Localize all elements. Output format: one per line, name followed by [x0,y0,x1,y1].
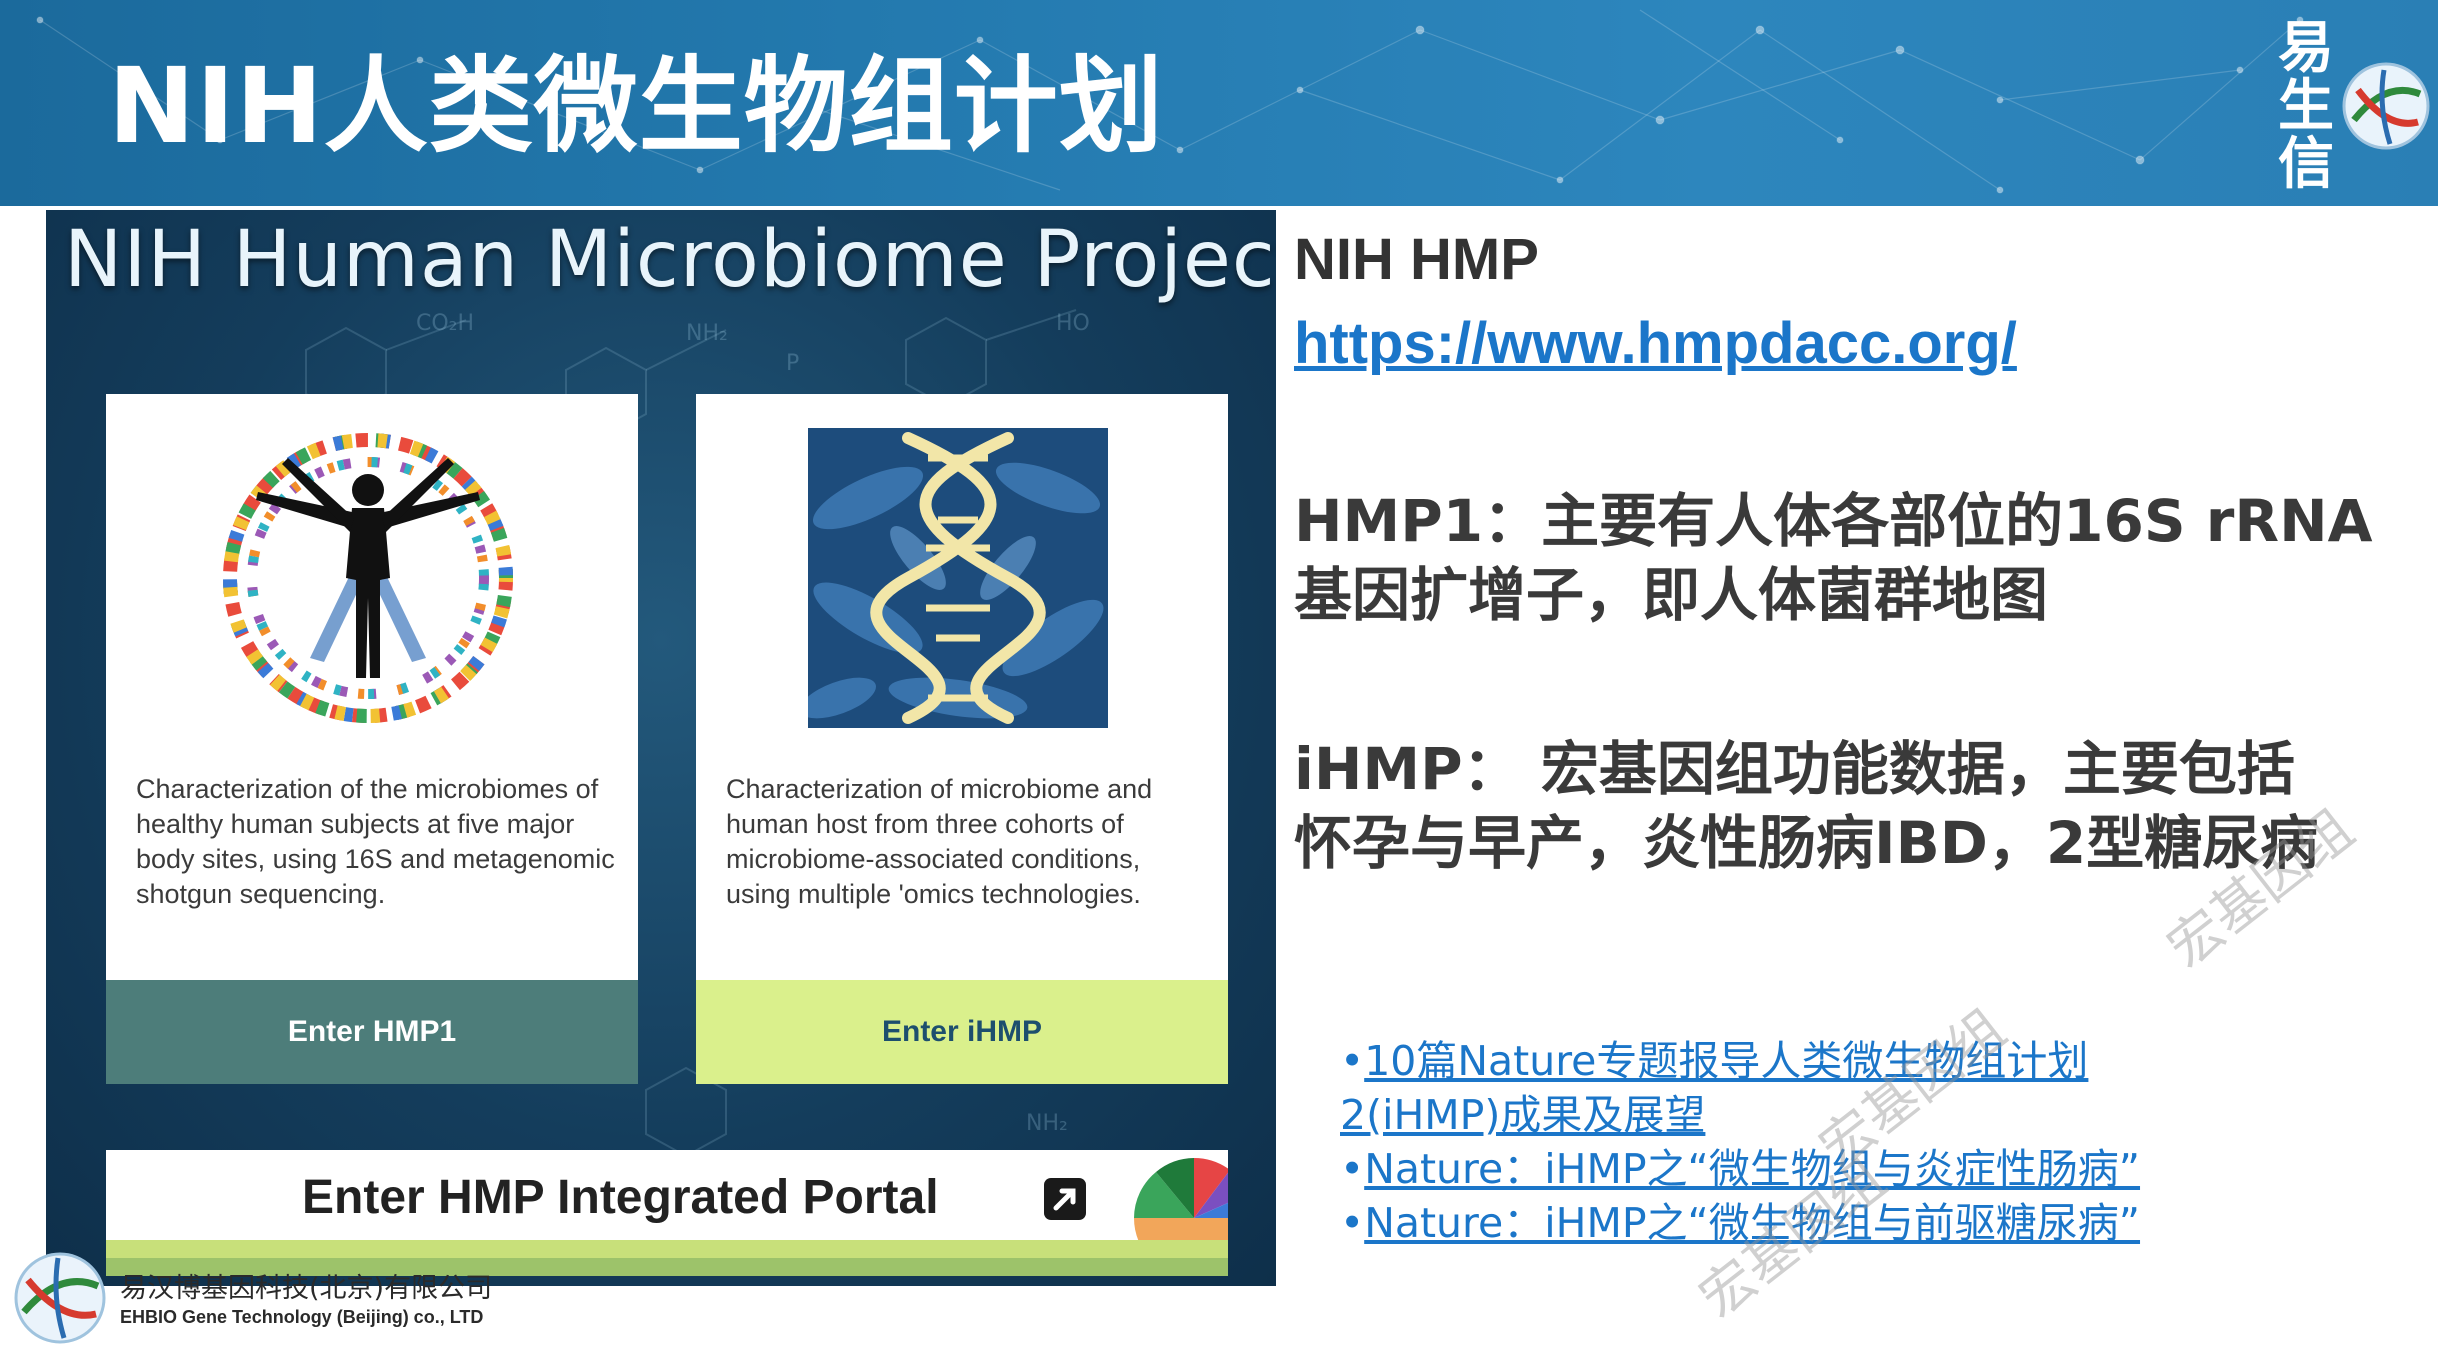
ihmp-summary-line1: iHMP： 宏基因组功能数据，主要包括 [1294,735,2295,803]
external-link-icon[interactable] [1042,1176,1088,1222]
svg-text:CO₂H: CO₂H [416,311,474,336]
title-banner: NIH人类微生物组计划 易生信 [0,0,2438,206]
company-logo: 易汉博基因科技(北京)有限公司 EHBIO Gene Technology (B… [10,1248,493,1358]
bullet-icon: • [1340,1145,1365,1193]
brand-logo-text: 易生信 [2278,16,2334,197]
ibd-article-link[interactable]: Nature：iHMP之“微生物组与炎症性肠病” [1364,1145,2140,1193]
vitruvian-man-icon [222,432,514,724]
nih-hmp-heading: NIH HMP [1294,227,1539,292]
company-globe-icon [14,1252,106,1344]
hmpdacc-url-link[interactable]: https://www.hmpdacc.org/ [1294,310,2017,378]
company-name-cn: 易汉博基因科技(北京)有限公司 [120,1273,493,1304]
dna-bacteria-image [808,428,1108,728]
ihmp-description: Characterization of microbiome and human… [726,774,1153,909]
hmp1-description: Characterization of the microbiomes of h… [136,774,615,909]
hmp1-summary-line2: 基因扩增子，即人体菌群地图 [1294,561,2049,629]
svg-text:HO: HO [1056,311,1090,336]
brand-globe-icon [2342,62,2430,150]
slide-title: NIH人类微生物组计划 [108,45,1164,167]
svg-text:NH₂: NH₂ [1026,1111,1068,1136]
svg-text:P: P [786,351,799,376]
enter-hmp1-button[interactable]: Enter HMP1 [106,980,638,1084]
hmp1-summary: HMP1：主要有人体各部位的16S rRNA 基因扩增子，即人体菌群地图 [1294,484,2424,632]
bullet-icon: • [1340,1037,1365,1085]
hmp1-card[interactable]: Characterization of the microbiomes of h… [106,394,638,1084]
brand-logo: 易生信 [2260,20,2430,205]
hmp1-summary-line1: HMP1：主要有人体各部位的16S rRNA [1294,487,2373,555]
svg-text:NH₂: NH₂ [686,321,728,346]
bullet-icon: • [1340,1199,1365,1247]
ihmp-card[interactable]: Characterization of microbiome and human… [696,394,1228,1084]
portal-label[interactable]: Enter HMP Integrated Portal [302,1168,939,1228]
nature-topic-link-cont[interactable]: 2(iHMP)成果及展望 [1340,1091,1705,1139]
hmp-site-title: NIH Human Microbiome Project [64,215,1276,305]
company-name-en: EHBIO Gene Technology (Beijing) co., LTD [120,1307,484,1327]
hmp-website-screenshot: CO₂H NH₂ HO P NH₂ NIH Human Microbiome Pro… [46,210,1276,1286]
enter-ihmp-button[interactable]: Enter iHMP [696,980,1228,1084]
